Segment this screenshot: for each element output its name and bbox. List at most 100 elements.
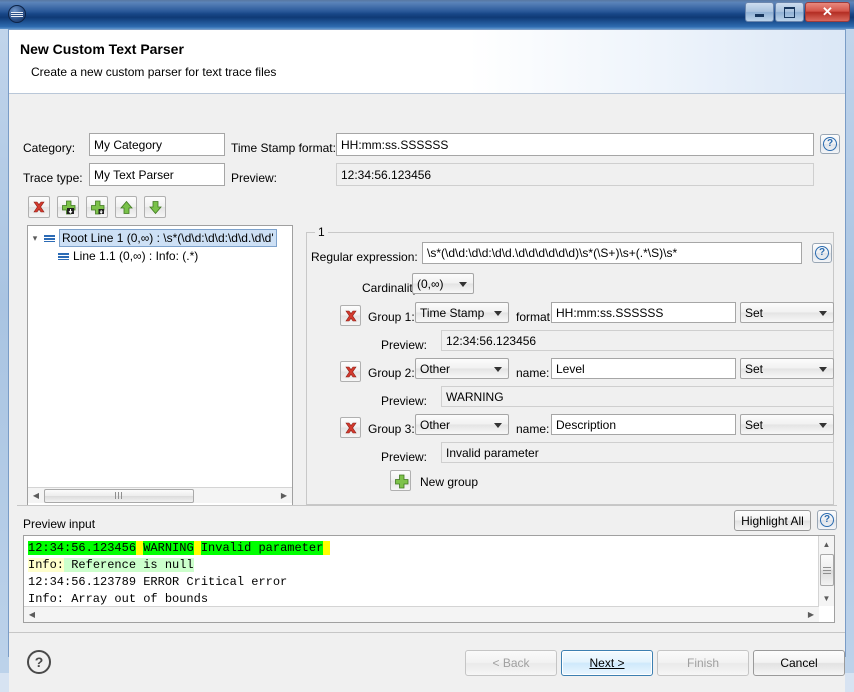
group-3-preview-label: Preview: — [381, 450, 427, 464]
group-2-preview-label: Preview: — [381, 394, 427, 408]
scroll-left-arrow-icon[interactable]: ◀ — [28, 488, 44, 503]
green-plus-next-icon — [61, 200, 76, 215]
highlight-all-button[interactable]: Highlight All — [734, 510, 811, 531]
group-3-type-value: Other — [420, 418, 450, 432]
tree-row[interactable]: Line 1.1 (0,∞) : Info: (.*) — [28, 247, 292, 265]
window-control-buttons: ✕ — [745, 2, 850, 24]
delete-group-2-button[interactable] — [340, 361, 361, 382]
timestamp-help-button[interactable]: ? — [820, 134, 840, 154]
preview-line: 12:34:56.123456 WARNING Invalid paramete… — [28, 540, 823, 557]
next-button[interactable]: Next > — [561, 650, 653, 676]
red-x-icon — [32, 200, 46, 214]
timestamp-preview-value: 12:34:56.123456 — [336, 163, 814, 186]
group-2-field-label: name: — [516, 366, 549, 380]
preview-vertical-scrollbar[interactable]: ▲ ▼ — [818, 536, 834, 606]
question-mark-icon: ? — [823, 137, 837, 151]
line-icon — [42, 231, 56, 245]
group-2-type-value: Other — [420, 362, 450, 376]
group-2-label: Group 2: — [368, 366, 415, 380]
preview-help-button[interactable]: ? — [817, 510, 837, 530]
preview-line: 12:34:56.123789 ERROR Critical error — [28, 574, 823, 591]
category-input[interactable]: My Category — [89, 133, 225, 156]
group-3-type-dropdown[interactable]: Other — [415, 414, 509, 435]
scroll-down-arrow-icon[interactable]: ▼ — [819, 590, 834, 606]
chevron-down-icon — [819, 367, 827, 372]
group-3-action-dropdown[interactable]: Set — [740, 414, 834, 435]
move-up-button[interactable] — [115, 196, 137, 218]
group-1-type-value: Time Stamp — [420, 306, 484, 320]
application-window: ✕ New Custom Text Parser Create a new cu… — [0, 0, 854, 673]
finish-button[interactable]: Finish — [657, 650, 749, 676]
page-title: New Custom Text Parser — [20, 41, 184, 57]
group-3-name-input[interactable]: Description — [551, 414, 736, 435]
preview-vscroll-thumb[interactable] — [820, 554, 834, 586]
trace-type-input[interactable]: My Text Parser — [89, 163, 225, 186]
group-1-preview-label: Preview: — [381, 338, 427, 352]
preview-input-textarea[interactable]: 12:34:56.123456 WARNING Invalid paramete… — [23, 535, 835, 623]
minimize-icon — [746, 3, 773, 21]
group-2-name-input[interactable]: Level — [551, 358, 736, 379]
delete-group-1-button[interactable] — [340, 305, 361, 326]
title-bar-gloss — [0, 0, 854, 14]
wizard-banner: New Custom Text Parser Create a new cust… — [9, 30, 845, 94]
cancel-button-label: Cancel — [780, 656, 817, 670]
add-child-line-button[interactable] — [86, 196, 108, 218]
back-button[interactable]: < Back — [465, 650, 557, 676]
parser-tree[interactable]: ▾ Root Line 1 (0,∞) : \s*(\d\d:\d\d:\d\d… — [27, 225, 293, 506]
scroll-right-arrow-icon[interactable]: ▶ — [803, 607, 819, 622]
group-1-type-dropdown[interactable]: Time Stamp — [415, 302, 509, 323]
maximize-icon — [776, 3, 803, 21]
timestamp-preview-label: Preview: — [231, 171, 277, 185]
page-subtitle: Create a new custom parser for text trac… — [31, 65, 276, 79]
group-1-field-label: format: — [516, 310, 553, 324]
close-button[interactable]: ✕ — [805, 2, 850, 22]
group-1-format-input[interactable]: HH:mm:ss.SSSSSS — [551, 302, 736, 323]
expand-collapse-icon[interactable]: ▾ — [28, 230, 42, 246]
red-x-icon — [344, 309, 358, 323]
wizard-dialog: New Custom Text Parser Create a new cust… — [8, 29, 846, 657]
chevron-down-icon — [819, 311, 827, 316]
tree-horizontal-scrollbar[interactable]: ◀ ▶ — [28, 487, 292, 503]
regex-help-button[interactable]: ? — [812, 243, 832, 263]
section-divider — [17, 505, 837, 506]
group-1-action-value: Set — [745, 306, 763, 320]
preview-line: Info: Reference is null — [28, 557, 823, 574]
chevron-down-icon — [494, 423, 502, 428]
timestamp-format-input[interactable]: HH:mm:ss.SSSSSS — [336, 133, 814, 156]
red-x-icon — [344, 421, 358, 435]
group-3-action-value: Set — [745, 418, 763, 432]
preview-horizontal-scrollbar[interactable]: ◀ ▶ — [24, 606, 819, 622]
wizard-help-button[interactable]: ? — [27, 650, 51, 674]
scroll-left-arrow-icon[interactable]: ◀ — [24, 607, 40, 622]
delete-line-button[interactable] — [28, 196, 50, 218]
group-1-label: Group 1: — [368, 310, 415, 324]
tree-scrollbar-thumb[interactable] — [44, 489, 194, 503]
delete-group-3-button[interactable] — [340, 417, 361, 438]
scroll-right-arrow-icon[interactable]: ▶ — [276, 488, 292, 503]
chevron-down-icon — [459, 282, 467, 287]
scroll-up-arrow-icon[interactable]: ▲ — [819, 536, 834, 552]
new-group-button[interactable] — [390, 470, 411, 491]
group-1-action-dropdown[interactable]: Set — [740, 302, 834, 323]
tree-row-label: Line 1.1 (0,∞) : Info: (.*) — [73, 248, 198, 264]
cardinality-dropdown[interactable]: (0,∞) — [412, 273, 474, 294]
tree-row[interactable]: ▾ Root Line 1 (0,∞) : \s*(\d\d:\d\d:\d\d… — [28, 229, 292, 247]
add-next-line-button[interactable] — [57, 196, 79, 218]
maximize-button[interactable] — [775, 2, 804, 22]
green-up-arrow-icon — [119, 200, 134, 215]
move-down-button[interactable] — [144, 196, 166, 218]
cancel-button[interactable]: Cancel — [753, 650, 845, 676]
regex-label: Regular expression: — [311, 250, 418, 264]
application-icon — [8, 5, 26, 23]
finish-button-label: Finish — [687, 656, 719, 670]
group-1-preview-value: 12:34:56.123456 — [441, 330, 834, 351]
group-2-action-dropdown[interactable]: Set — [740, 358, 834, 379]
minimize-button[interactable] — [745, 2, 774, 22]
group-3-preview-value: Invalid parameter — [441, 442, 834, 463]
groupbox-number-label: 1 — [315, 225, 328, 239]
regex-input[interactable]: \s*(\d\d:\d\d:\d\d.\d\d\d\d\d\d)\s*(\S+)… — [422, 242, 802, 264]
chevron-down-icon — [819, 423, 827, 428]
next-button-label: Next > — [589, 656, 624, 670]
tree-row-label: Root Line 1 (0,∞) : \s*(\d\d:\d\d:\d\d.\… — [59, 229, 277, 247]
group-2-type-dropdown[interactable]: Other — [415, 358, 509, 379]
